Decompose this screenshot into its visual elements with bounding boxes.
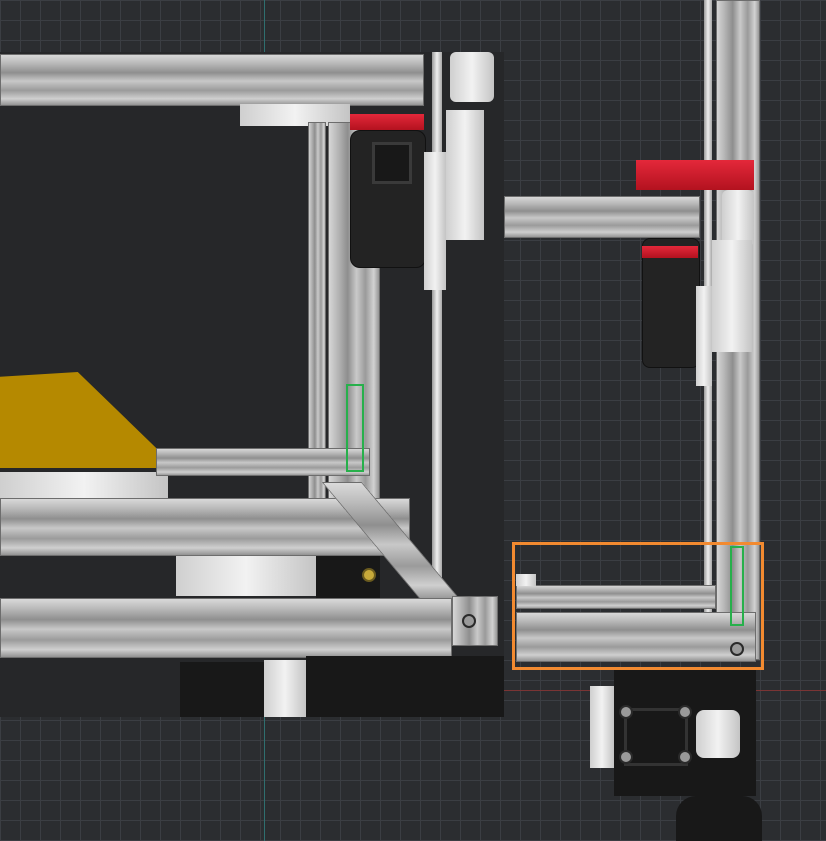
motor-bottom-left [264,660,306,717]
corner-bolt-left [462,614,476,628]
carriage-block-left[interactable] [446,110,484,240]
bolt-br-3 [678,705,692,719]
belt-idler-right [722,190,754,246]
bolt-br-2 [619,750,633,764]
base-block-left [306,656,504,717]
perspective-inset-view[interactable] [0,52,504,717]
highlight-marker-left[interactable] [346,384,364,472]
mount-tab-bottom-right [590,686,614,768]
carriage-block-right[interactable] [712,240,752,352]
bolt-br-1 [619,705,633,719]
motor-face-left [372,142,412,184]
carriage-red-plate-right[interactable] [636,160,754,190]
extrusion-mid-left[interactable] [156,448,370,476]
print-bed[interactable] [0,372,162,468]
belt-idler-left [450,52,494,102]
base-plate-left [180,662,264,717]
slider-bearing-right[interactable] [696,286,712,386]
mount-bolt-left [362,568,376,582]
motor-cylinder-left [176,556,316,596]
pulley-bottom-right [696,710,740,758]
slider-bearing-left[interactable] [424,152,446,290]
selection-box[interactable] [512,542,764,670]
linear-rod-left [432,52,442,592]
highlight-marker-right[interactable] [730,546,744,626]
carriage-red-band-left[interactable] [350,114,424,130]
foot-bottom-right [676,796,762,841]
extrusion-front-lower-left[interactable] [0,598,452,658]
extrusion-top-left[interactable] [0,54,424,106]
extrusion-horizontal-top-right[interactable] [504,196,700,238]
3d-viewport[interactable] [0,0,826,841]
motor-red-band-right [642,246,698,258]
bolt-br-4 [678,750,692,764]
